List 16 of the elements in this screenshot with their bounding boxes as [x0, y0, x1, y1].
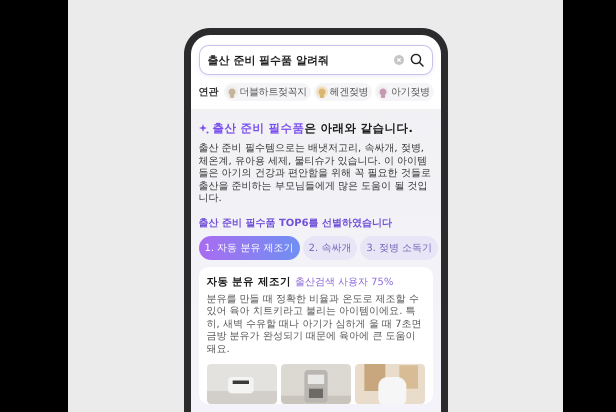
sparkle-icon — [198, 124, 208, 134]
search-field[interactable]: 출산 준비 필수품 알려줘 — [198, 45, 432, 75]
usage-tag: 출산검색 사용자 75% — [294, 274, 394, 288]
related-label: 연관 — [198, 86, 218, 99]
related-chip[interactable]: 헤겐젖병 — [314, 83, 372, 101]
answer-heading: 출산 준비 필수품은 아래와 같습니다. — [212, 121, 413, 136]
related-chip[interactable]: 아기젖병 — [375, 83, 434, 101]
answer-text: 출산 준비 필수템으로는 배냇저고리, 속싸개, 젖병, 체온계, 유아용 세제, 물티슈가 있습니다. 이 아이템들은 아기의 건강과 편안함을 위해 꼭 필요한 것들로 출산을 준비하는 부모님들에게 많은 도움이 될 것입니다. — [198, 143, 432, 206]
section-title: 출산 준비 필수품 TOP6를 선별하였습니다 — [198, 216, 394, 230]
related-chip[interactable]: 더블하트젖꼭지 — [224, 83, 311, 101]
product-description: 분유를 만들 때 정확한 비율과 온도로 제조할 수 있어 육아 치트키라고 불리는 아이템이에요. 특히, 새벽 수유할 때나 아기가 심하게 울 때 7초면 금방 분유가 완성되기 때문에 육아에 큰 도움이 돼요. — [206, 294, 422, 356]
search-query: 출산 준비 필수품 알려줘 — [208, 52, 330, 68]
search-icon[interactable] — [410, 53, 424, 67]
category-tab[interactable]: 2. 속싸개 — [302, 236, 358, 260]
category-tab[interactable]: 3. 젖병 소독기 — [360, 236, 438, 260]
product-title: 자동 분유 제조기 — [206, 274, 291, 288]
